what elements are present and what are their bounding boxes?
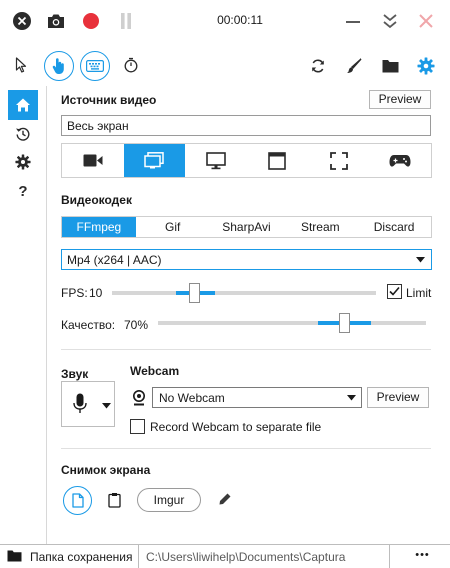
separate-file-label: Record Webcam to separate file — [150, 420, 322, 434]
section-divider — [61, 349, 431, 350]
chevron-down-icon — [346, 394, 356, 402]
separate-file-checkbox[interactable] — [130, 419, 145, 434]
webcam-icon — [83, 154, 103, 167]
close-icon[interactable] — [416, 11, 436, 31]
sidebar-item-home[interactable] — [8, 90, 38, 120]
pencil-icon[interactable] — [216, 490, 234, 508]
home-icon — [16, 98, 30, 112]
settings-icon — [15, 154, 31, 170]
settings-icon[interactable] — [416, 56, 436, 76]
webcam-dropdown[interactable]: No Webcam — [152, 387, 362, 408]
quality-label: Качество: — [61, 318, 116, 332]
sidebar: ? — [0, 86, 46, 544]
webcam-title: Webcam — [130, 364, 180, 378]
sidebar-item-settings[interactable] — [13, 152, 33, 172]
history-icon — [16, 127, 30, 141]
tab-sharpavi[interactable]: SharpAvi — [210, 217, 284, 237]
close-circle-icon[interactable] — [12, 11, 32, 31]
window-icon — [268, 151, 287, 170]
save-folder-label: Папка сохранения — [30, 550, 133, 564]
tab-ffmpeg[interactable]: FFmpeg — [62, 217, 136, 237]
clipboard-icon[interactable] — [105, 490, 123, 510]
folder-icon[interactable] — [380, 56, 400, 76]
folder-icon — [6, 549, 22, 563]
codec-title: Видеокодек — [61, 193, 132, 207]
refresh-icon[interactable] — [308, 56, 328, 76]
source-game[interactable] — [370, 144, 432, 177]
save-path-field[interactable]: C:\Users\liwihelp\Documents\Captura — [138, 545, 390, 568]
fps-slider-thumb[interactable] — [189, 283, 200, 303]
webcam-preview-button[interactable]: Preview — [367, 387, 429, 408]
timer-display: 00:00:11 — [217, 13, 263, 27]
title-bar: 00:00:11 — [0, 0, 450, 44]
webcam-value: No Webcam — [159, 391, 225, 405]
video-source-selector — [61, 143, 432, 178]
limit-checkbox[interactable] — [387, 284, 402, 299]
format-dropdown[interactable]: Mp4 (x264 | AAC) — [61, 249, 432, 270]
microphone-button[interactable] — [61, 381, 115, 427]
tab-stream[interactable]: Stream — [283, 217, 357, 237]
pause-icon[interactable] — [116, 11, 136, 31]
toolbar — [0, 44, 450, 86]
quality-slider-track — [158, 321, 426, 325]
source-window[interactable] — [247, 144, 309, 177]
gamepad-icon — [389, 154, 411, 167]
video-source-field: Весь экран — [61, 115, 431, 136]
chevron-down-icon — [101, 402, 111, 410]
keyboard-icon[interactable] — [80, 51, 110, 81]
source-screen[interactable] — [123, 144, 185, 177]
collapse-icon[interactable] — [380, 10, 400, 32]
tab-discard[interactable]: Discard — [357, 217, 431, 237]
webcam-icon — [130, 389, 148, 407]
source-region[interactable] — [308, 144, 370, 177]
camera-icon[interactable] — [45, 11, 67, 31]
quality-slider[interactable] — [158, 313, 426, 333]
source-monitor[interactable] — [185, 144, 247, 177]
sidebar-divider — [46, 86, 47, 544]
codec-tabs: FFmpeg Gif SharpAvi Stream Discard — [61, 216, 432, 238]
screenshot-title: Снимок экрана — [61, 463, 151, 477]
limit-label: Limit — [406, 286, 432, 300]
chevron-down-icon — [415, 256, 425, 264]
file-icon — [71, 493, 84, 508]
brush-icon[interactable] — [344, 56, 364, 76]
record-icon[interactable] — [81, 11, 101, 31]
cursor-icon[interactable] — [13, 56, 29, 74]
more-button[interactable]: ••• — [395, 545, 450, 568]
checkmark-icon — [389, 286, 400, 296]
fps-slider[interactable] — [112, 283, 376, 303]
monitor-icon — [205, 151, 226, 169]
timer-icon[interactable] — [122, 56, 140, 74]
screenshot-file-button[interactable] — [63, 486, 92, 515]
sidebar-item-history[interactable] — [13, 124, 33, 144]
screen-icon — [144, 152, 164, 169]
click-hand-icon[interactable] — [44, 51, 74, 81]
video-source-title: Источник видео — [61, 93, 157, 107]
fps-slider-track — [112, 291, 376, 295]
minimize-icon[interactable] — [343, 12, 363, 32]
microphone-icon — [72, 392, 88, 416]
imgur-button[interactable]: Imgur — [137, 488, 201, 512]
quality-value: 70% — [124, 318, 149, 332]
format-value: Mp4 (x264 | AAC) — [67, 253, 162, 267]
audio-title: Звук — [61, 367, 89, 381]
section-divider — [61, 448, 431, 449]
status-bar: Папка сохранения C:\Users\liwihelp\Docum… — [0, 544, 450, 568]
region-icon — [329, 151, 348, 170]
fps-label: FPS: — [61, 286, 88, 300]
quality-slider-thumb[interactable] — [339, 313, 350, 333]
help-icon[interactable]: ? — [13, 181, 33, 201]
tab-gif[interactable]: Gif — [136, 217, 210, 237]
source-webcam[interactable] — [62, 144, 124, 177]
video-preview-button[interactable]: Preview — [369, 90, 431, 109]
fps-value: 10 — [89, 286, 103, 300]
